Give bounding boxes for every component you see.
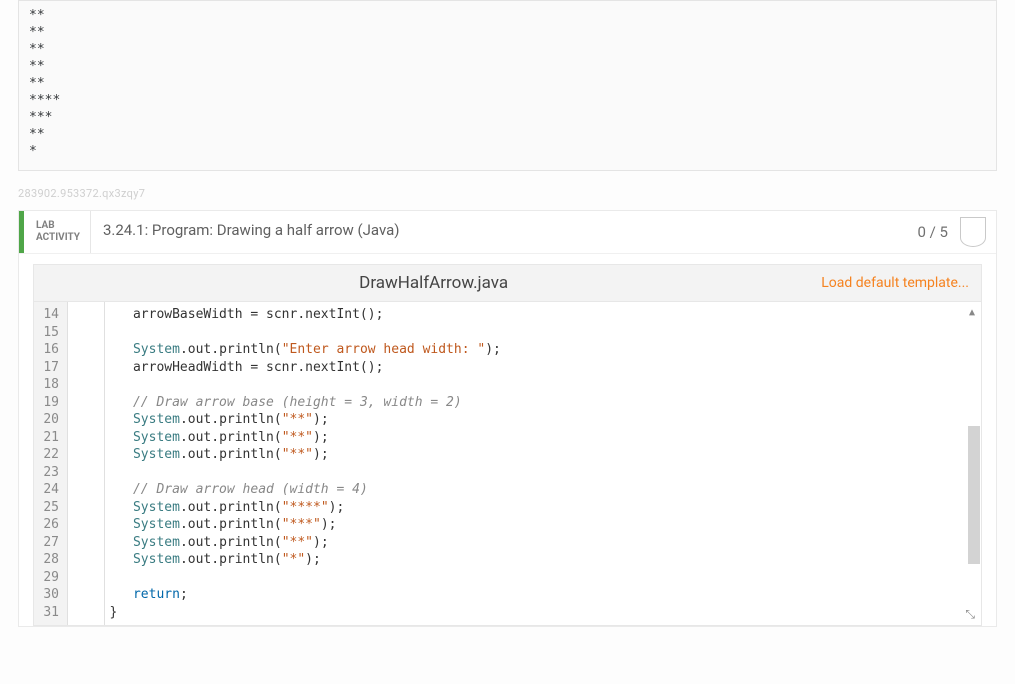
scroll-resize-icon[interactable]: ⤡ [965, 606, 975, 624]
lab-score: 0 / 5 [908, 213, 959, 251]
code-content[interactable]: arrowBaseWidth = scnr.nextInt(); System.… [68, 302, 981, 625]
scroll-up-arrow-icon[interactable]: ▲ [969, 304, 975, 322]
program-output-box: ** ** ** ** ** **** *** ** * [18, 0, 997, 171]
lab-title: 3.24.1: Program: Drawing a half arrow (J… [91, 211, 908, 253]
code-editor[interactable]: 141516171819202122232425262728293031 arr… [33, 301, 982, 626]
lab-header: LAB ACTIVITY 3.24.1: Program: Drawing a … [19, 211, 996, 254]
page-hash: 283902.953372.qx3zqy7 [18, 187, 997, 200]
lab-activity-tag: LAB ACTIVITY [24, 211, 91, 253]
lab-activity-card: LAB ACTIVITY 3.24.1: Program: Drawing a … [18, 210, 997, 627]
scrollbar-thumb[interactable] [968, 426, 980, 564]
load-default-template-link[interactable]: Load default template... [821, 275, 969, 291]
editor-header: DrawHalfArrow.java Load default template… [33, 264, 982, 301]
lab-tag-label1: LAB [36, 220, 80, 232]
editor-filename: DrawHalfArrow.java [46, 273, 821, 293]
lab-tag-label2: ACTIVITY [36, 232, 80, 244]
editor-wrap: DrawHalfArrow.java Load default template… [19, 254, 996, 626]
gutter-divider [104, 302, 105, 625]
score-shield-icon [960, 217, 986, 247]
line-number-gutter: 141516171819202122232425262728293031 [34, 302, 68, 625]
